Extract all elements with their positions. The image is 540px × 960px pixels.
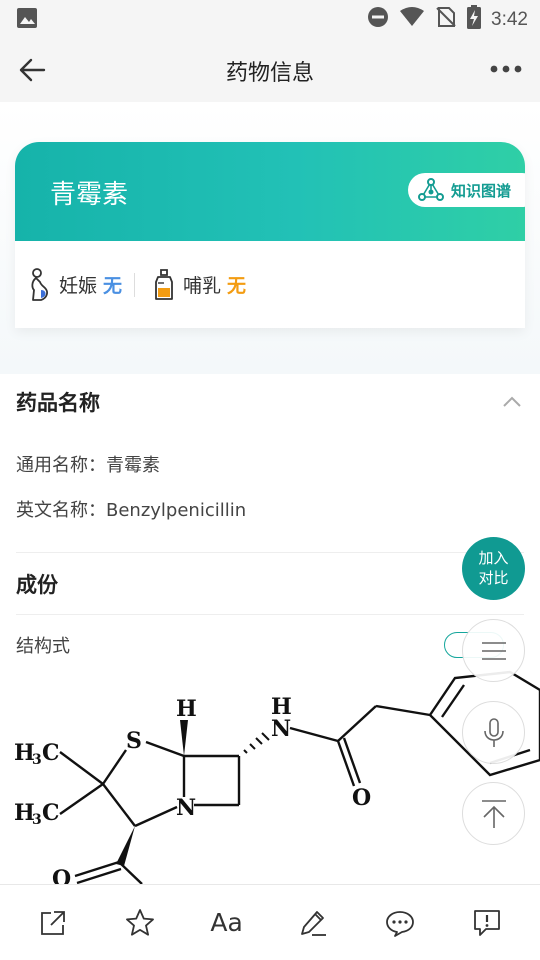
safety-row: 妊娠 无 哺乳 无 <box>15 241 525 328</box>
compare-label-line1: 加入 <box>478 549 509 567</box>
section-divider <box>16 552 524 553</box>
no-sim-icon <box>435 6 457 33</box>
safety-divider <box>134 272 136 297</box>
section-divider <box>16 614 524 615</box>
pregnancy-indicator: 妊娠 无 <box>27 267 123 302</box>
drug-card-header: 青霉素 知识图谱 <box>15 142 525 241</box>
status-bar: 3:42 <box>0 0 540 36</box>
font-size-label: Aa <box>210 908 243 937</box>
add-to-compare-button[interactable]: 加入 对比 <box>462 537 525 600</box>
microphone-icon <box>483 717 504 747</box>
page-title: 药物信息 <box>225 61 314 86</box>
pregnant-woman-icon <box>31 267 48 301</box>
voice-button[interactable] <box>462 701 525 764</box>
menu-button[interactable] <box>462 619 525 682</box>
methyl-sub-1: 3 <box>32 752 42 768</box>
favorite-button[interactable] <box>110 893 170 953</box>
share-icon <box>41 910 66 935</box>
chemical-structure-image: H S H N N O O H C H C 3 3 <box>14 670 540 885</box>
gallery-notification-icon <box>16 7 38 34</box>
atom-s: S <box>126 728 142 754</box>
report-feedback-icon <box>473 909 500 936</box>
methyl-sub-2: 3 <box>32 812 42 828</box>
baby-bottle-icon <box>155 268 173 300</box>
generic-name: 通用名称：青霉素 <box>16 455 160 476</box>
section-title-composition: 成份 <box>16 573 58 597</box>
methyl-c-1: C <box>42 740 60 766</box>
battery-charging-icon <box>467 5 482 34</box>
knowledge-graph-icon <box>417 178 444 201</box>
lactation-value: 无 <box>227 275 247 297</box>
more-options-button[interactable] <box>486 54 526 84</box>
atom-n-ring: N <box>176 795 196 821</box>
comment-button[interactable] <box>370 893 430 953</box>
english-name: 英文名称：Benzylpenicillin <box>16 500 247 521</box>
structure-label: 结构式 <box>16 636 70 657</box>
atom-h-top: H <box>176 696 197 722</box>
more-dots-icon <box>490 65 522 73</box>
atom-o-amide: O <box>352 785 371 811</box>
font-size-button[interactable]: Aa <box>197 893 257 953</box>
comment-bubble-icon <box>386 910 414 937</box>
arrow-up-to-top-icon <box>481 799 506 828</box>
lactation-label: 哺乳 <box>183 275 222 297</box>
back-to-top-button[interactable] <box>462 782 525 845</box>
hamburger-menu-icon <box>481 641 506 660</box>
feedback-button[interactable] <box>457 893 517 953</box>
pen-edit-icon <box>301 910 327 936</box>
knowledge-graph-label: 知识图谱 <box>450 181 511 200</box>
pregnancy-value: 无 <box>103 275 123 297</box>
pregnancy-label: 妊娠 <box>59 275 98 297</box>
methyl-c-2: C <box>42 800 60 826</box>
bottom-toolbar: Aa <box>0 884 540 960</box>
status-time: 3:42 <box>491 8 528 30</box>
compare-label-line2: 对比 <box>478 569 509 587</box>
dnd-icon <box>367 6 389 33</box>
star-icon <box>126 908 154 936</box>
drug-name: 青霉素 <box>50 180 129 210</box>
section-title-drug-name: 药品名称 <box>16 391 100 415</box>
wifi-icon <box>399 6 425 33</box>
atom-o-carboxyl: O <box>52 866 71 885</box>
knowledge-graph-button[interactable]: 知识图谱 <box>407 173 525 207</box>
drug-summary-card: 青霉素 知识图谱 妊娠 无 哺乳 无 <box>15 142 525 328</box>
atom-n-amide: N <box>271 716 291 742</box>
edit-note-button[interactable] <box>283 893 343 953</box>
share-button[interactable] <box>23 893 83 953</box>
chevron-up-icon[interactable] <box>500 390 524 414</box>
lactation-indicator: 哺乳 无 <box>153 268 246 302</box>
app-bar: 药物信息 <box>0 36 540 102</box>
